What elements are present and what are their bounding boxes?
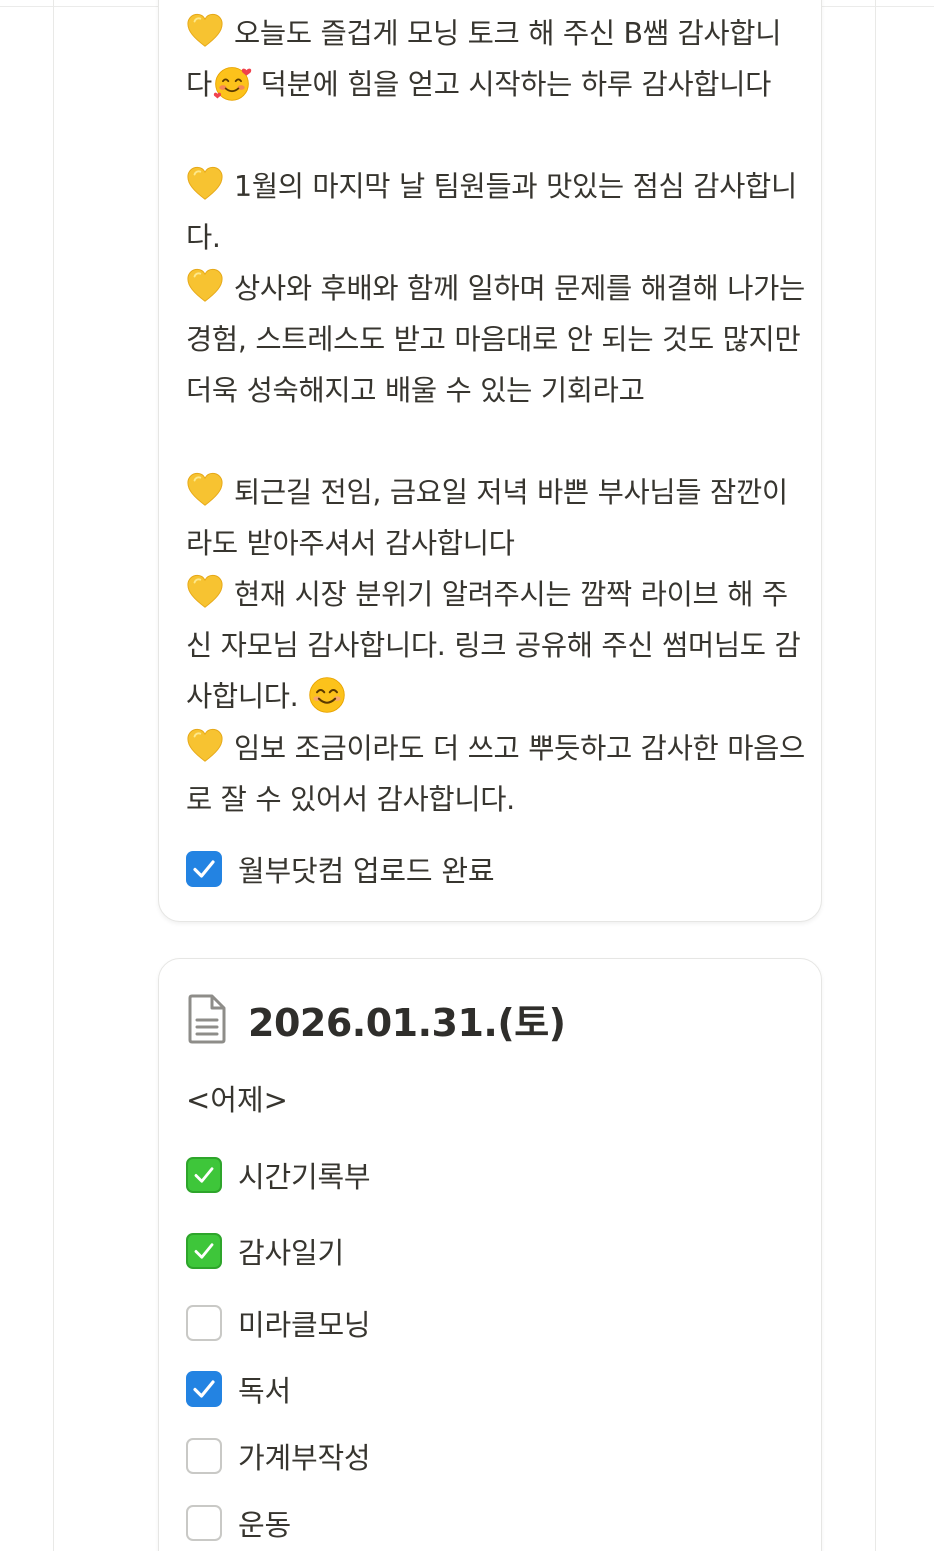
- todo-time-log[interactable]: 시간기록부: [186, 1155, 371, 1195]
- todo-label: 시간기록부: [238, 1160, 371, 1194]
- todo-budget[interactable]: 가계부작성: [186, 1436, 371, 1476]
- checkbox-unchecked[interactable]: [186, 1505, 222, 1541]
- yellow-heart-icon: [186, 727, 224, 765]
- page-title[interactable]: 2026.01.31.(토): [248, 992, 566, 1047]
- check-icon: [188, 1233, 220, 1269]
- gratitude-text-5: 현재 시장 분위기 알려주시는 깜짝 라이브 해 주신 자모님 감사합니다. 링…: [186, 578, 801, 713]
- yellow-heart-icon: [186, 165, 224, 203]
- todo-label: 월부닷컴 업로드 완료: [238, 854, 495, 888]
- check-icon: [186, 1371, 222, 1407]
- gratitude-text-3: 상사와 후배와 함께 일하며 문제를 해결해 나가는 경험, 스트레스도 받고 …: [186, 272, 805, 407]
- check-icon: [188, 1157, 220, 1193]
- check-mark-button-icon: [186, 1157, 222, 1193]
- gratitude-item-6: 임보 조금이라도 더 쓰고 뿌듯하고 감사한 마음으로 잘 수 있어서 감사합니…: [186, 723, 806, 825]
- document-icon: [186, 994, 228, 1044]
- checkbox-unchecked[interactable]: [186, 1438, 222, 1474]
- gratitude-item-4: 퇴근길 전임, 금요일 저녁 바쁜 부사님들 잠깐이라도 받아주셔서 감사합니다: [186, 467, 806, 569]
- gratitude-text-2: 1월의 마지막 날 팀원들과 맛있는 점심 감사합니다.: [186, 170, 797, 254]
- check-mark-button-icon: [186, 1233, 222, 1269]
- smiling-face-icon: [307, 675, 347, 715]
- yellow-heart-icon: [186, 12, 224, 50]
- todo-upload[interactable]: 월부닷컴 업로드 완료: [186, 849, 495, 889]
- todo-label: 가계부작성: [238, 1441, 371, 1475]
- todo-label: 미라클모닝: [238, 1308, 371, 1342]
- checkbox-checked[interactable]: [186, 851, 222, 887]
- yellow-heart-icon: [186, 471, 224, 509]
- todo-exercise[interactable]: 운동: [186, 1503, 291, 1543]
- yellow-heart-icon: [186, 267, 224, 305]
- gratitude-item-2: 1월의 마지막 날 팀원들과 맛있는 점심 감사합니다.: [186, 161, 806, 263]
- todo-gratitude-journal[interactable]: 감사일기: [186, 1231, 344, 1271]
- gratitude-text-6: 임보 조금이라도 더 쓰고 뿌듯하고 감사한 마음으로 잘 수 있어서 감사합니…: [186, 732, 805, 816]
- page-left-border: [53, 0, 54, 1551]
- page-title-row[interactable]: 2026.01.31.(토): [186, 989, 566, 1049]
- todo-label: 감사일기: [238, 1236, 344, 1270]
- gratitude-item-5: 현재 시장 분위기 알려주시는 깜짝 라이브 해 주신 자모님 감사합니다. 링…: [186, 569, 806, 722]
- smiling-face-with-hearts-icon: [212, 63, 252, 103]
- gratitude-item-1: 오늘도 즐겁게 모닝 토크 해 주신 B쌤 감사합니다 덕분에 힘을 얻고 시작…: [186, 8, 806, 110]
- yellow-heart-icon: [186, 573, 224, 611]
- todo-reading[interactable]: 독서: [186, 1369, 291, 1409]
- todo-label: 독서: [238, 1374, 291, 1408]
- checkbox-unchecked[interactable]: [186, 1305, 222, 1341]
- section-label-yesterday: <어제>: [186, 1083, 288, 1117]
- gratitude-text-4: 퇴근길 전임, 금요일 저녁 바쁜 부사님들 잠깐이라도 받아주셔서 감사합니다: [186, 476, 788, 560]
- notion-page-viewport: 오늘도 즐겁게 모닝 토크 해 주신 B쌤 감사합니다 덕분에 힘을 얻고 시작…: [0, 0, 934, 1551]
- todo-miracle-morning[interactable]: 미라클모닝: [186, 1303, 371, 1343]
- gratitude-text-1-tail: 덕분에 힘을 얻고 시작하는 하루 감사합니다: [251, 68, 772, 101]
- checkbox-checked[interactable]: [186, 1371, 222, 1407]
- todo-label: 운동: [238, 1508, 291, 1542]
- page-right-border: [875, 0, 876, 1551]
- gratitude-item-3: 상사와 후배와 함께 일하며 문제를 해결해 나가는 경험, 스트레스도 받고 …: [186, 263, 806, 416]
- journal-card-2026-01-31[interactable]: 2026.01.31.(토) <어제> 시간기록부 감사일기 미라클모닝 독서: [158, 958, 822, 1551]
- journal-card-previous[interactable]: 오늘도 즐겁게 모닝 토크 해 주신 B쌤 감사합니다 덕분에 힘을 얻고 시작…: [158, 0, 822, 922]
- check-icon: [186, 851, 222, 887]
